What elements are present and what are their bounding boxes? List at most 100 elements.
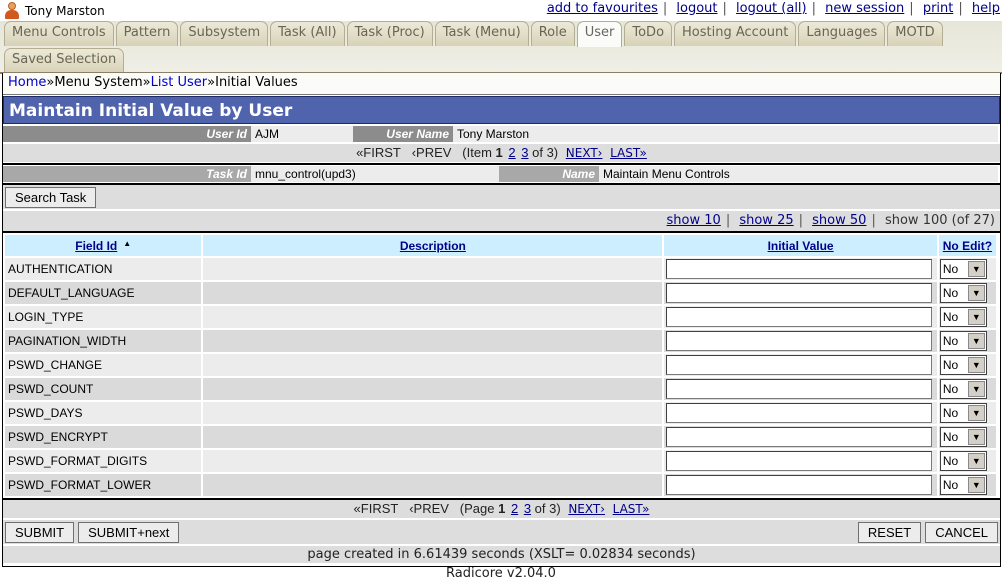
initial-value-input[interactable]	[666, 427, 933, 447]
initial-value-input[interactable]	[666, 307, 933, 327]
tab-languages[interactable]: Languages	[798, 21, 886, 46]
chevron-down-icon[interactable]: ▼	[967, 261, 985, 277]
no-edit-cell: No ▼	[938, 330, 996, 352]
sort-description-link[interactable]: Description	[400, 239, 466, 253]
chevron-down-icon[interactable]: ▼	[967, 285, 985, 301]
no-edit-select[interactable]: No ▼	[939, 427, 987, 447]
tab-row-1: Menu Controls Pattern Subsystem Task (Al…	[4, 21, 945, 47]
chevron-down-icon[interactable]: ▼	[967, 357, 985, 373]
no-edit-select[interactable]: No ▼	[939, 355, 987, 375]
chevron-down-icon[interactable]: ▼	[967, 381, 985, 397]
field-id-cell: PSWD_FORMAT_DIGITS	[5, 450, 202, 472]
initial-value-cell	[664, 258, 937, 280]
initial-value-input[interactable]	[666, 379, 933, 399]
page-3-link[interactable]: 3	[524, 501, 531, 516]
sort-field-id-link[interactable]: Field Id	[75, 239, 117, 253]
tab-user[interactable]: User	[576, 21, 623, 47]
no-edit-select[interactable]: No ▼	[939, 259, 987, 279]
description-cell	[203, 378, 663, 400]
show-10-link[interactable]: show 10	[667, 213, 721, 228]
page-prev: ‹PREV	[409, 501, 449, 516]
show-25-link[interactable]: show 25	[739, 213, 793, 228]
tab-pattern[interactable]: Pattern	[115, 21, 179, 46]
field-id-cell: AUTHENTICATION	[5, 258, 202, 280]
tab-todo[interactable]: ToDo	[624, 21, 673, 46]
no-edit-selected-value: No	[942, 358, 959, 372]
task-name-value: Maintain Menu Controls	[599, 166, 998, 182]
tab-task-all[interactable]: Task (All)	[270, 21, 345, 46]
chevron-down-icon[interactable]: ▼	[967, 453, 985, 469]
initial-value-input[interactable]	[666, 331, 933, 351]
add-to-favourites-link[interactable]: add to favourites	[547, 1, 658, 16]
initial-value-cell	[664, 282, 937, 304]
tab-row-2: Saved Selection	[4, 48, 126, 73]
field-id-cell: PSWD_COUNT	[5, 378, 202, 400]
field-id-cell: LOGIN_TYPE	[5, 306, 202, 328]
chevron-down-icon[interactable]: ▼	[967, 309, 985, 325]
chevron-down-icon[interactable]: ▼	[967, 429, 985, 445]
page-next-link[interactable]: NEXT›	[568, 502, 605, 516]
tab-hosting-account[interactable]: Hosting Account	[674, 21, 797, 46]
initial-value-input[interactable]	[666, 283, 933, 303]
no-edit-select[interactable]: No ▼	[939, 451, 987, 471]
page-timing: page created in 6.61439 seconds (XSLT= 0…	[3, 544, 1000, 563]
page-navigation: «FIRST ‹PREV (Page 1 2 3 of 3) NEXT› LAS…	[3, 500, 1000, 518]
page-last-link[interactable]: LAST»	[613, 502, 650, 516]
item-page-3[interactable]: 3	[521, 145, 528, 160]
breadcrumb-menu-system: Menu System	[54, 75, 143, 90]
no-edit-select[interactable]: No ▼	[939, 331, 987, 351]
cancel-button[interactable]: CANCEL	[925, 521, 998, 543]
search-task-button[interactable]: Search Task	[5, 186, 97, 208]
item-prefix: (Item	[462, 145, 492, 160]
item-page-2[interactable]: 2	[508, 145, 515, 160]
tab-role[interactable]: Role	[530, 21, 575, 46]
initial-value-input[interactable]	[666, 451, 933, 471]
chevron-down-icon[interactable]: ▼	[967, 333, 985, 349]
no-edit-cell: No ▼	[938, 402, 996, 424]
user-name: Tony Marston	[25, 3, 105, 18]
initial-value-input[interactable]	[666, 403, 933, 423]
chevron-down-icon[interactable]: ▼	[967, 477, 985, 493]
tab-task-proc[interactable]: Task (Proc)	[346, 21, 433, 46]
breadcrumb-home[interactable]: Home	[8, 75, 46, 90]
submit-next-button[interactable]: SUBMIT+next	[78, 521, 180, 543]
initial-value-input[interactable]	[666, 355, 933, 375]
logout-all-link[interactable]: logout (all)	[736, 1, 807, 16]
sort-initial-value-link[interactable]: Initial Value	[768, 239, 834, 253]
item-last-link[interactable]: LAST»	[610, 146, 647, 160]
description-cell	[203, 354, 663, 376]
task-id-value: mnu_control(upd3)	[251, 166, 499, 182]
tab-task-menu[interactable]: Task (Menu)	[434, 21, 529, 46]
no-edit-select[interactable]: No ▼	[939, 379, 987, 399]
chevron-down-icon[interactable]: ▼	[967, 405, 985, 421]
task-fields-row: Task Id mnu_control(upd3) Name Maintain …	[3, 166, 1000, 182]
table-row: PSWD_FORMAT_LOWER No ▼	[5, 474, 996, 496]
reset-button[interactable]: RESET	[857, 521, 922, 543]
no-edit-select[interactable]: No ▼	[939, 283, 987, 303]
breadcrumb-separator: »	[142, 75, 151, 90]
initial-value-input[interactable]	[666, 259, 933, 279]
breadcrumb-list-user[interactable]: List User	[151, 75, 208, 90]
initial-value-input[interactable]	[666, 475, 933, 495]
new-session-link[interactable]: new session	[825, 1, 904, 16]
help-link[interactable]: help	[972, 1, 1000, 16]
print-link[interactable]: print	[923, 1, 954, 16]
divider	[3, 163, 1000, 165]
field-id-cell: PSWD_DAYS	[5, 402, 202, 424]
submit-button[interactable]: SUBMIT	[5, 521, 75, 543]
logout-link[interactable]: logout	[676, 1, 717, 16]
table-row: PSWD_ENCRYPT No ▼	[5, 426, 996, 448]
no-edit-select[interactable]: No ▼	[939, 475, 987, 495]
show-current: show 100 (of 27)	[884, 213, 995, 228]
tab-motd[interactable]: MOTD	[887, 21, 943, 46]
tab-subsystem[interactable]: Subsystem	[180, 21, 269, 46]
item-next-link[interactable]: NEXT›	[566, 146, 603, 160]
sort-no-edit-link[interactable]: No Edit?	[943, 239, 992, 253]
tab-saved-selection[interactable]: Saved Selection	[4, 48, 125, 73]
show-50-link[interactable]: show 50	[812, 213, 866, 228]
page-2-link[interactable]: 2	[511, 501, 518, 516]
tab-menu-controls[interactable]: Menu Controls	[4, 21, 114, 46]
table-row: PSWD_CHANGE No ▼	[5, 354, 996, 376]
no-edit-select[interactable]: No ▼	[939, 403, 987, 423]
no-edit-select[interactable]: No ▼	[939, 307, 987, 327]
